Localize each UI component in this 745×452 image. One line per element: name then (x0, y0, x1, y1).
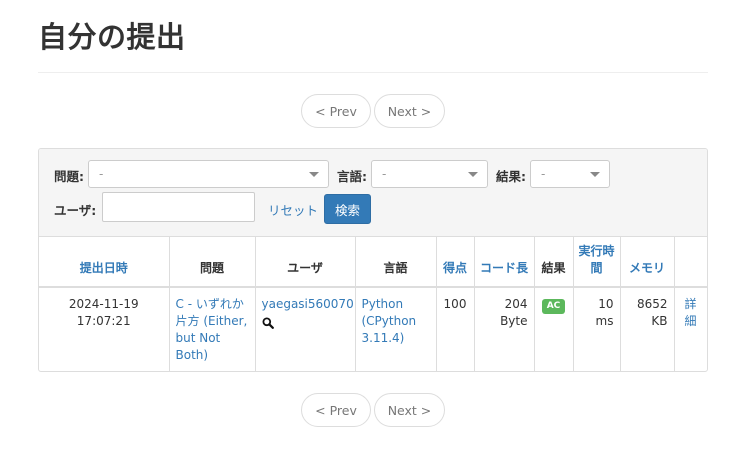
search-button[interactable]: 検索 (324, 194, 371, 224)
submission-user-cell: yaegasi560070 (254, 287, 355, 371)
status-badge: AC (541, 299, 566, 314)
submission-language-link[interactable]: Python (CPython 3.11.4) (354, 287, 436, 371)
title-divider (38, 72, 708, 73)
chevron-down-icon (590, 172, 600, 177)
header-date[interactable]: 提出日時 (39, 237, 169, 288)
chevron-down-icon (309, 172, 319, 177)
submission-problem-link[interactable]: C - いずれか片方 (Either, but Not Both) (168, 287, 255, 371)
submission-score: 100 (435, 287, 474, 371)
problem-filter-value: - (99, 167, 104, 181)
submission-detail-link[interactable]: 詳細 (673, 287, 707, 371)
next-page-button[interactable]: Next > (374, 393, 445, 427)
page-title: 自分の提出 (38, 20, 186, 54)
header-language: 言語 (354, 237, 436, 288)
submission-exec-time: 10 ms (572, 287, 620, 371)
submission-memory: 8652 KB (619, 287, 674, 371)
header-result: 結果 (533, 237, 573, 288)
problem-filter-select[interactable]: - (88, 160, 329, 188)
submission-date: 2024-11-19 17:07:21 (68, 297, 139, 328)
header-code-length[interactable]: コード長 (473, 237, 534, 288)
result-filter-value: - (541, 167, 546, 181)
submission-user-link[interactable]: yaegasi560070 (262, 297, 354, 311)
problem-filter-label: 問題: (54, 169, 84, 184)
user-filter-input[interactable] (102, 192, 255, 222)
table-row: 2024-11-19 17:07:21 C - いずれか片方 (Either, … (39, 287, 707, 371)
search-icon[interactable] (262, 317, 274, 329)
result-filter-select[interactable]: - (530, 160, 610, 188)
header-problem: 問題 (168, 237, 255, 288)
next-page-button[interactable]: Next > (374, 94, 445, 128)
table-header-row: 提出日時 問題 ユーザ 言語 得点 コード長 結果 実行時間 メモリ (39, 237, 707, 288)
pagination-top: < Prev Next > (301, 94, 445, 128)
submission-code-length: 204 Byte (473, 287, 534, 371)
submissions-table: 提出日時 問題 ユーザ 言語 得点 コード長 結果 実行時間 メモリ 2024-… (39, 237, 707, 371)
user-filter-label: ユーザ: (54, 203, 97, 218)
header-memory[interactable]: メモリ (619, 237, 674, 288)
prev-page-button[interactable]: < Prev (301, 393, 371, 427)
language-filter-value: - (382, 167, 387, 181)
submission-result-cell: AC (533, 287, 573, 371)
language-filter-select[interactable]: - (371, 160, 488, 188)
result-filter-label: 結果: (496, 169, 526, 184)
header-user: ユーザ (254, 237, 355, 288)
pagination-bottom: < Prev Next > (301, 393, 445, 427)
header-detail (673, 237, 707, 288)
prev-page-button[interactable]: < Prev (301, 94, 371, 128)
reset-link[interactable]: リセット (268, 200, 318, 219)
chevron-down-icon (468, 172, 478, 177)
submissions-panel: 問題: - 言語: - 結果: - ユーザ: リセット 検索 提出日時 問題 ユ… (38, 148, 708, 372)
language-filter-label: 言語: (337, 169, 367, 184)
filter-bar: 問題: - 言語: - 結果: - ユーザ: リセット 検索 (39, 149, 707, 237)
header-exec-time[interactable]: 実行時間 (572, 237, 620, 288)
header-score[interactable]: 得点 (435, 237, 474, 288)
